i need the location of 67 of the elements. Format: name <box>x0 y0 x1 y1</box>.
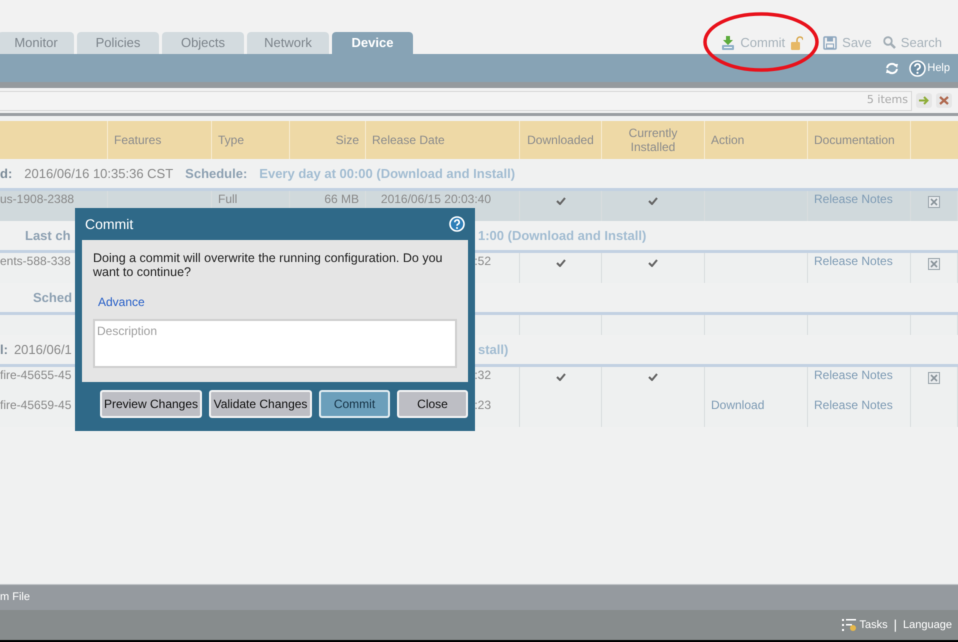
confirmation-message: Doing a commit will overwrite the running configuration. Do you want to continue? <box>93 251 444 279</box>
tasks-button[interactable]: Tasks <box>842 616 888 634</box>
nav-tab[interactable]: Policies <box>77 32 159 54</box>
dialog-button[interactable]: Commit <box>319 390 390 418</box>
table-cell: fire-45659-45 <box>0 398 72 412</box>
refresh-icon[interactable] <box>885 62 900 74</box>
table-cell: us-1908-2388 <box>0 192 74 206</box>
group-label: Schedule: <box>185 164 248 183</box>
download-tray-icon <box>720 34 736 51</box>
schedule-text: 1:00 (Download and Install) <box>478 226 646 245</box>
schedule-text: Every day at 00:00 (Download and Install) <box>259 164 516 183</box>
table-cell: Full <box>218 192 238 206</box>
release-notes-link[interactable]: Release Notes <box>814 192 893 206</box>
group-value: 2016/06/16 10:35:36 CST <box>24 164 174 183</box>
column-header: Action <box>711 133 744 147</box>
table-cell: :52 <box>474 254 491 268</box>
schedule-text: stall) <box>478 340 508 359</box>
nav-tab[interactable]: Objects <box>162 32 244 54</box>
nav-tab[interactable]: Monitor <box>0 32 74 54</box>
language-button[interactable]: Language <box>903 616 952 634</box>
dialog-button[interactable]: Close <box>397 390 468 418</box>
filter-field[interactable]: 5 items <box>0 90 912 110</box>
save-button[interactable]: Save <box>823 33 872 52</box>
release-notes-link[interactable]: Release Notes <box>814 398 893 412</box>
help-icon <box>909 60 926 76</box>
apply-filter-icon[interactable] <box>916 93 932 108</box>
table-cell: :23 <box>474 398 491 412</box>
description-field[interactable]: Description <box>93 319 457 368</box>
release-notes-link[interactable]: Release Notes <box>814 254 893 268</box>
column-header: Type <box>218 133 244 147</box>
help-icon[interactable] <box>449 216 465 232</box>
search-icon <box>882 36 896 50</box>
delete-icon[interactable] <box>928 196 940 208</box>
table-cell: 2016/06/15 20:03:40 <box>380 192 491 206</box>
column-header: Downloaded <box>527 133 594 147</box>
release-notes-link[interactable]: Release Notes <box>814 368 893 382</box>
column-header: Size <box>336 133 359 147</box>
table-cell: ents-588-338 <box>0 254 71 268</box>
download-link[interactable]: Download <box>711 398 764 412</box>
advanced-link[interactable]: Advance <box>98 293 145 311</box>
clear-filter-icon[interactable] <box>936 93 952 108</box>
item-count: 5 items <box>866 92 908 108</box>
task-list-icon <box>842 618 858 632</box>
group-value: 2016/06/1 <box>14 340 72 359</box>
nav-tab[interactable]: Device <box>332 32 413 54</box>
group-label: d: <box>0 164 12 183</box>
unlocked-padlock-icon[interactable] <box>791 36 804 50</box>
search-button[interactable]: Search <box>882 33 942 52</box>
group-label: Last ch <box>25 226 71 245</box>
import-file-link[interactable]: m File <box>0 589 30 606</box>
group-label: Sched <box>33 288 72 307</box>
table-cell: :32 <box>474 368 491 382</box>
help-button[interactable]: Help <box>909 60 950 76</box>
dialog-button[interactable]: Validate Changes <box>209 390 312 418</box>
separator: | <box>894 616 898 634</box>
delete-icon[interactable] <box>928 372 940 384</box>
dialog-button[interactable]: Preview Changes <box>100 390 202 418</box>
table-cell: fire-45655-45 <box>0 368 72 382</box>
column-header: Currently Installed <box>628 126 678 154</box>
table-cell: 66 MB <box>324 192 359 206</box>
nav-tab[interactable]: Network <box>247 32 329 54</box>
column-header: Features <box>114 133 162 147</box>
column-header: Documentation <box>814 133 895 147</box>
delete-icon[interactable] <box>928 258 940 270</box>
commit-button[interactable]: Commit <box>720 33 786 52</box>
column-header: Release Date <box>372 133 445 147</box>
group-label: l: <box>0 340 8 359</box>
